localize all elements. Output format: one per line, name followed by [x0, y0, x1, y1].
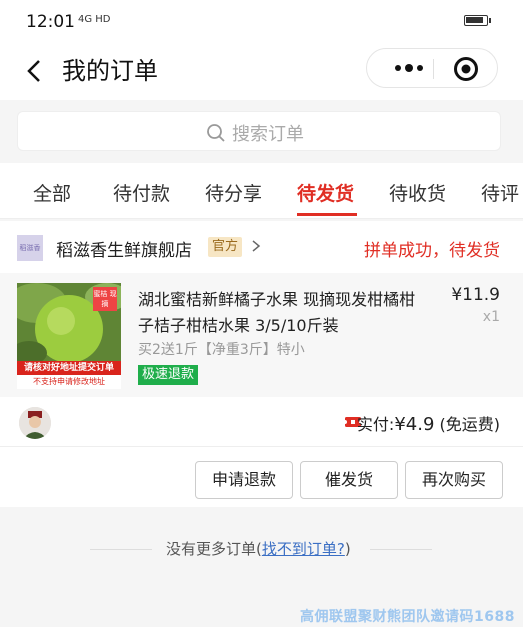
active-tab-indicator: [297, 213, 357, 216]
shop-header[interactable]: 稻滋香 稻滋香生鲜旗舰店 官方 拼单成功，待发货: [0, 221, 523, 273]
search-icon: [207, 124, 225, 142]
cannot-find-order-link[interactable]: 找不到订单?: [262, 540, 345, 558]
order-actions: 申请退款 催发货 再次购买: [0, 447, 523, 507]
no-more-label: 没有更多订单(: [166, 540, 262, 558]
tab-pending-shipment[interactable]: 待发货: [297, 179, 354, 206]
goods-spec: 买2送1斤【净重3斤】特小: [138, 342, 305, 358]
chevron-right-icon: [252, 240, 261, 252]
divider-left: [90, 549, 152, 550]
tab-pending-receipt[interactable]: 待收货: [389, 179, 446, 206]
avatar[interactable]: [19, 407, 51, 439]
buy-again-button[interactable]: 再次购买: [405, 461, 503, 499]
user-avatar-image: [19, 407, 51, 439]
no-more-close: ): [344, 540, 351, 558]
order-card: 稻滋香 稻滋香生鲜旗舰店 官方 拼单成功，待发货 蜜桔 现摘 请核对好地址提交订…: [0, 221, 523, 507]
tab-pending-review[interactable]: 待评: [481, 179, 519, 206]
tab-all[interactable]: 全部: [33, 179, 71, 206]
watermark: 高佣联盟聚财熊团队邀请码1688: [300, 609, 515, 625]
order-status: 拼单成功，待发货: [364, 241, 500, 261]
payment-row: 实付:¥4.9 (免运费): [0, 397, 523, 447]
goods-quantity: x1: [482, 309, 500, 325]
no-more-text: 没有更多订单(找不到订单?): [166, 538, 351, 559]
paid-label: 实付:: [356, 415, 395, 434]
battery-icon: [464, 15, 491, 26]
tab-pending-share[interactable]: 待分享: [205, 179, 262, 206]
fast-refund-badge: 极速退款: [138, 365, 199, 385]
urge-shipment-button[interactable]: 催发货: [300, 461, 398, 499]
official-badge: 官方: [208, 237, 243, 257]
goods-image-subbanner: 不支持申请修改地址: [17, 375, 121, 389]
shipping-note: (免运费): [439, 415, 501, 434]
request-refund-button[interactable]: 申请退款: [195, 461, 293, 499]
tab-pending-payment[interactable]: 待付款: [113, 179, 170, 206]
search-placeholder: 搜索订单: [232, 124, 304, 145]
goods-item[interactable]: 蜜桔 现摘 请核对好地址提交订单 不支持申请修改地址 湖北蜜桔新鲜橘子水果 现摘…: [0, 273, 523, 397]
goods-image[interactable]: 蜜桔 现摘 请核对好地址提交订单 不支持申请修改地址: [17, 283, 121, 389]
status-time: 12:01: [26, 12, 75, 32]
mini-program-capsule: [366, 48, 498, 88]
shop-logo: 稻滋香: [17, 235, 43, 261]
capsule-divider: [433, 59, 434, 79]
payment-summary: 实付:¥4.9 (免运费): [357, 411, 500, 435]
more-dots-icon[interactable]: [391, 59, 427, 77]
goods-title[interactable]: 湖北蜜桔新鲜橘子水果 现摘现发柑橘柑子桔子柑桔水果 3/5/10斤装: [138, 287, 430, 339]
search-input[interactable]: 搜索订单: [17, 111, 501, 151]
divider-right: [370, 549, 432, 550]
goods-price: ¥11.9: [451, 285, 500, 305]
status-bar: 12:01 4G HD: [0, 0, 523, 44]
search-area: 搜索订单: [0, 100, 523, 163]
no-more-orders: 没有更多订单(找不到订单?): [0, 538, 523, 560]
shop-name[interactable]: 稻滋香生鲜旗舰店: [56, 236, 192, 261]
target-icon[interactable]: [453, 56, 479, 82]
chevron-left-icon[interactable]: [20, 56, 50, 86]
paid-amount: ¥4.9: [394, 414, 435, 435]
goods-image-banner: 请核对好地址提交订单: [17, 361, 121, 375]
nav-bar: 我的订单: [0, 44, 523, 100]
order-tabs: 全部 待付款 待分享 待发货 待收货 待评: [0, 163, 523, 219]
page-title: 我的订单: [62, 57, 158, 85]
network-indicator: 4G HD: [78, 14, 111, 25]
goods-image-tag: 蜜桔 现摘: [93, 287, 117, 311]
